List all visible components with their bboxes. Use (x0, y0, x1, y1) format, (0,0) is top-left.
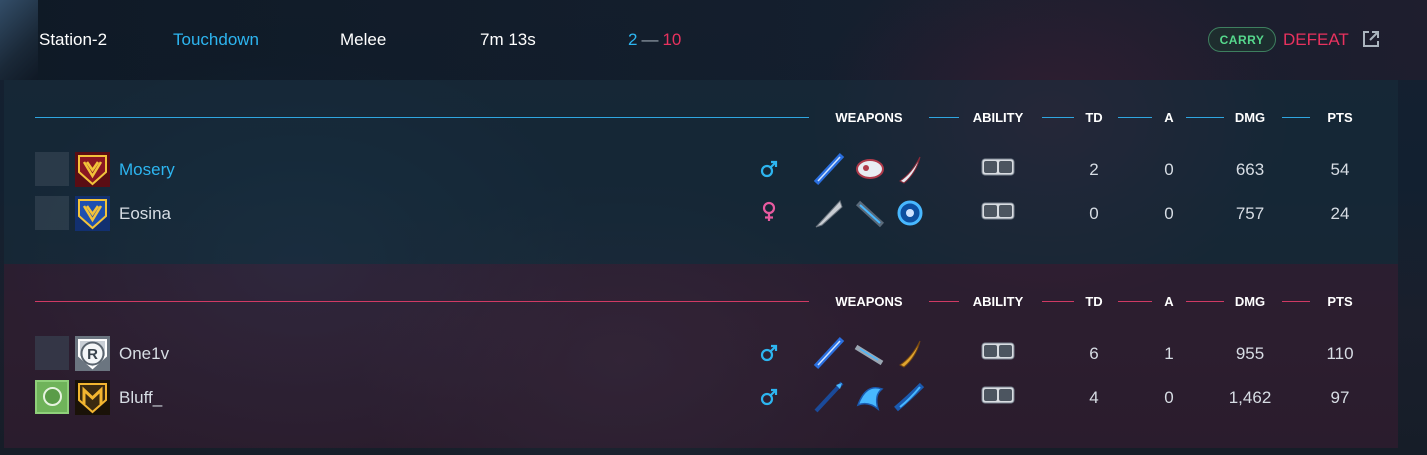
external-link-icon[interactable] (1361, 29, 1381, 49)
player-row[interactable]: Eosina 0 0 757 24 (4, 193, 1398, 233)
header-divider-line (1118, 301, 1152, 302)
column-header-pts: PTS (1327, 294, 1353, 309)
header-divider-line (35, 301, 809, 302)
header-divider-line (1042, 117, 1074, 118)
player-row[interactable]: Mosery 2 0 663 54 (4, 149, 1398, 189)
header-divider-line (1042, 301, 1074, 302)
blue-claw-icon[interactable] (852, 379, 888, 415)
weapon-loadout (812, 149, 932, 189)
match-score: 2—10 (628, 30, 681, 50)
stat-dmg: 663 (1235, 160, 1265, 179)
match-type: Melee (340, 30, 387, 49)
match-result: DEFEAT (1283, 30, 1349, 49)
male-icon (760, 385, 778, 407)
match-duration: 7m 13s (480, 30, 536, 49)
header-divider-line (929, 117, 959, 118)
svg-text:R: R (87, 346, 98, 363)
stat-dmg: 1,462 (1228, 388, 1272, 407)
stat-td: 6 (1089, 344, 1099, 363)
stat-dmg: 757 (1235, 204, 1265, 223)
map-name: Station-2 (39, 30, 108, 49)
player-name[interactable]: One1v (119, 344, 169, 364)
rank-silver-r-icon: R (75, 336, 110, 371)
enemy-score: 10 (662, 30, 682, 49)
grey-rifle-icon[interactable] (852, 335, 888, 371)
column-header-pts: PTS (1327, 110, 1353, 125)
header-divider-line (929, 301, 959, 302)
header-divider-line (35, 117, 809, 118)
header-divider-line (1118, 117, 1152, 118)
white-blade-icon[interactable] (892, 151, 928, 187)
header-divider-line (1186, 117, 1224, 118)
empty-slot (35, 336, 69, 370)
player-name[interactable]: Mosery (119, 160, 175, 180)
player-row[interactable]: R One1v 6 1 955 110 (4, 333, 1398, 373)
silver-wing-blade-icon[interactable] (812, 195, 848, 231)
stat-dmg: 955 (1235, 344, 1265, 363)
player-name[interactable]: Bluff_ (119, 388, 162, 408)
map-thumbnail (0, 0, 38, 80)
rank-gold-m-icon (75, 380, 110, 415)
stat-a: 0 (1164, 388, 1174, 407)
stat-a: 0 (1164, 204, 1174, 223)
player-row[interactable]: Bluff_ 4 0 1,462 97 (4, 377, 1398, 417)
male-icon (760, 341, 778, 363)
blue-orb-icon[interactable] (892, 195, 928, 231)
hp-sp-icon[interactable] (981, 157, 1015, 177)
blue-cannon-icon[interactable] (892, 379, 928, 415)
header-divider-line (1282, 301, 1310, 302)
header-divider-line (1282, 117, 1310, 118)
score-separator: — (641, 30, 659, 49)
blue-launcher-icon[interactable] (852, 195, 888, 231)
clock-icon (43, 387, 62, 406)
stat-a: 0 (1164, 160, 1174, 179)
team-blue-panel: WEAPONS ABILITY TD A DMG PTS Mosery 2 0 663 54 Eosi… (4, 80, 1398, 264)
stat-pts: 110 (1326, 344, 1354, 363)
stat-td: 0 (1089, 204, 1099, 223)
column-header-a: A (1164, 294, 1174, 309)
weapon-loadout (812, 377, 932, 417)
stat-td: 2 (1089, 160, 1099, 179)
stat-pts: 97 (1330, 388, 1350, 407)
team-red-panel: WEAPONS ABILITY TD A DMG PTS R One1v 6 1 955 110 Blu… (4, 264, 1398, 448)
rank-blue-crest-icon (75, 196, 110, 231)
female-icon (760, 201, 778, 223)
boost-clock-icon (35, 380, 69, 414)
blue-sword-icon[interactable] (812, 151, 848, 187)
game-mode: Touchdown (173, 30, 260, 49)
weapon-loadout (812, 193, 932, 233)
column-header-dmg: DMG (1234, 294, 1266, 309)
stat-td: 4 (1089, 388, 1099, 407)
column-header-td: TD (1085, 110, 1103, 125)
blue-spear-icon[interactable] (812, 379, 848, 415)
team-score: 2 (628, 30, 638, 49)
carry-badge: CARRY (1208, 27, 1276, 52)
gold-blade-icon[interactable] (892, 335, 928, 371)
rank-crimson-crest-icon (75, 152, 110, 187)
column-header-weapons: WEAPONS (835, 294, 903, 309)
column-header-td: TD (1085, 294, 1103, 309)
empty-slot (35, 196, 69, 230)
player-name[interactable]: Eosina (119, 204, 171, 224)
column-header-a: A (1164, 110, 1174, 125)
column-header-ability: ABILITY (972, 110, 1024, 125)
weapon-loadout (812, 333, 932, 373)
column-header-weapons: WEAPONS (835, 110, 903, 125)
blue-sword-icon[interactable] (812, 335, 848, 371)
hp-sp-icon[interactable] (981, 201, 1015, 221)
column-header-ability: ABILITY (972, 294, 1024, 309)
stat-pts: 24 (1330, 204, 1350, 223)
empty-slot (35, 152, 69, 186)
match-summary-bar[interactable]: Station-2 Touchdown Melee 7m 13s 2—10 CA… (0, 0, 1427, 80)
white-gauntlet-icon[interactable] (852, 151, 888, 187)
male-icon (760, 157, 778, 179)
stat-a: 1 (1164, 344, 1174, 363)
hp-sp-icon[interactable] (981, 341, 1015, 361)
stat-pts: 54 (1330, 160, 1350, 179)
hp-sp-icon[interactable] (981, 385, 1015, 405)
header-divider-line (1186, 301, 1224, 302)
column-header-dmg: DMG (1234, 110, 1266, 125)
